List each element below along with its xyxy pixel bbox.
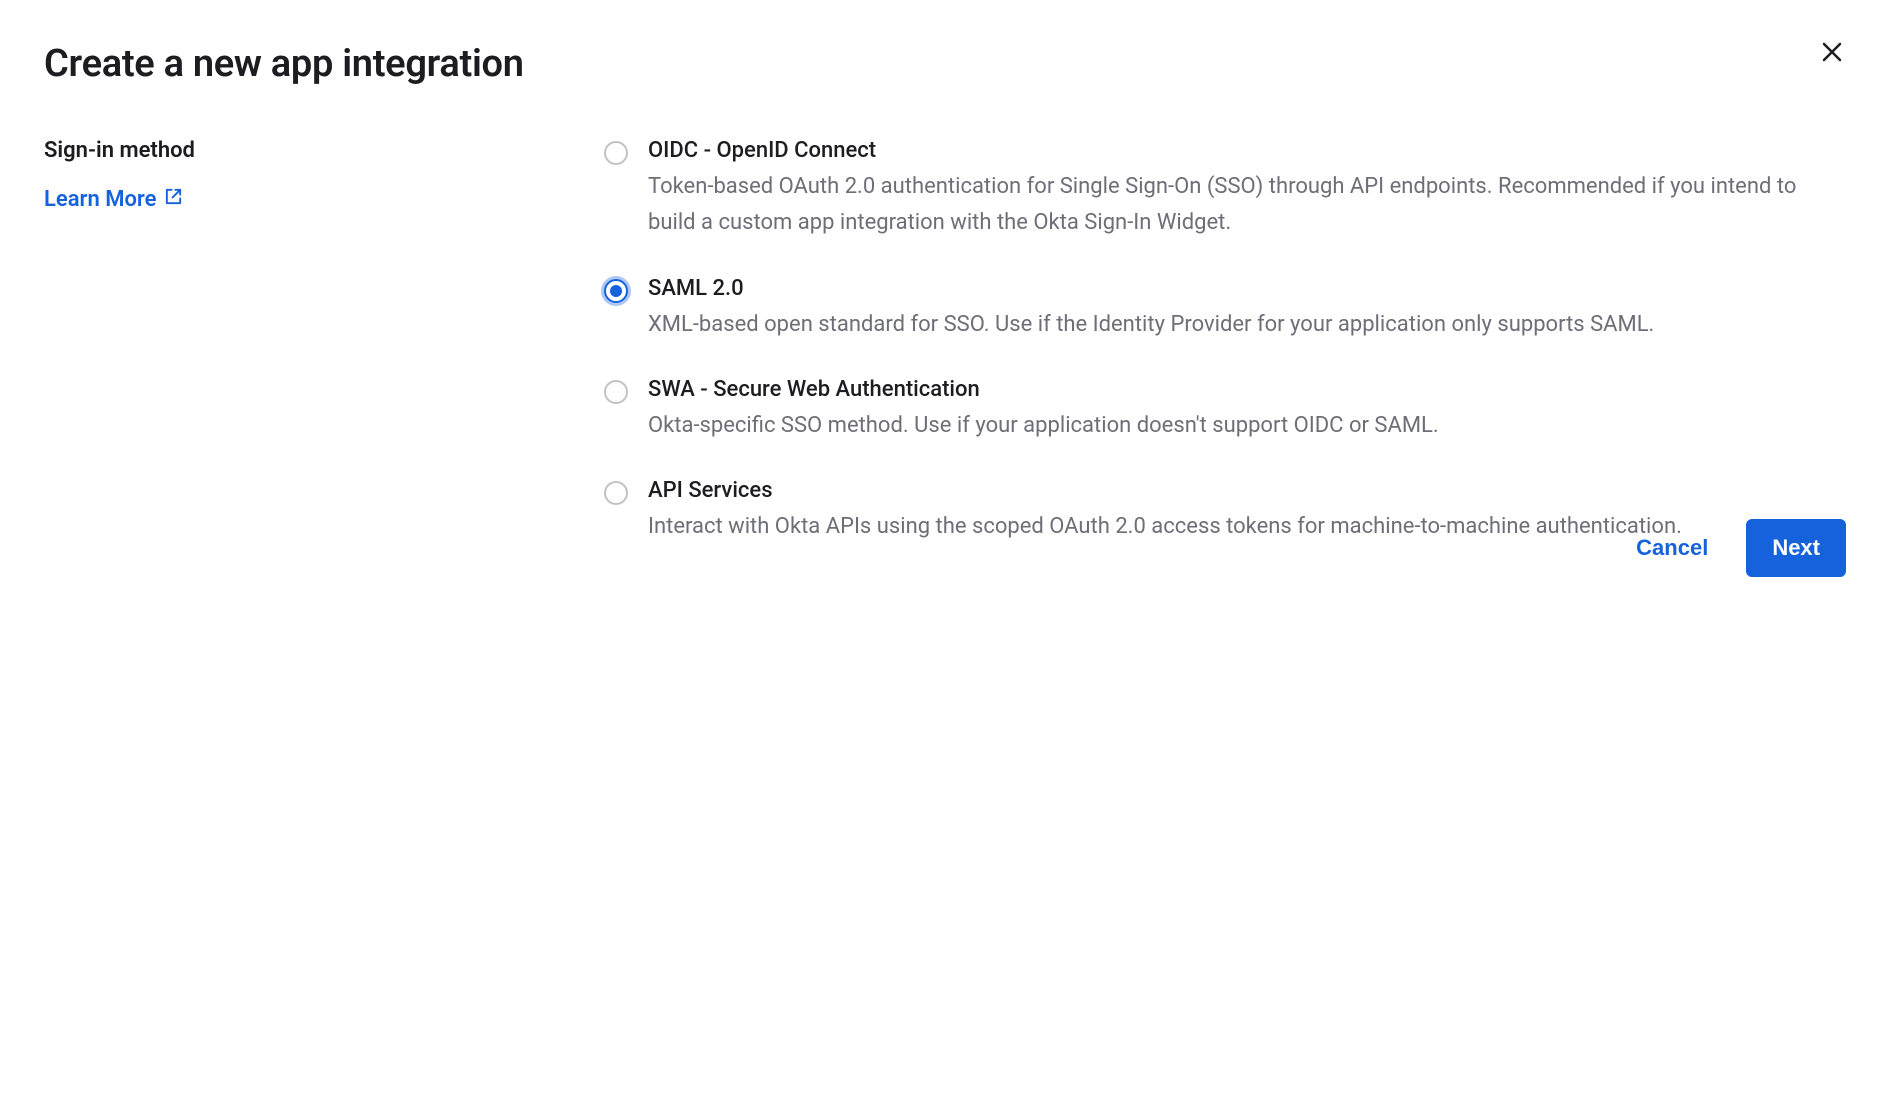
radio-option-swa[interactable]: SWA - Secure Web Authentication Okta-spe…	[604, 377, 1816, 444]
close-icon	[1822, 50, 1842, 65]
radio-option-saml[interactable]: SAML 2.0 XML-based open standard for SSO…	[604, 276, 1816, 343]
left-column: Sign-in method Learn More	[44, 138, 604, 579]
radio-input-api-services[interactable]	[604, 481, 628, 505]
radio-title: SAML 2.0	[648, 276, 1816, 301]
cancel-button[interactable]: Cancel	[1626, 523, 1718, 573]
learn-more-text: Learn More	[44, 187, 156, 212]
modal-title: Create a new app integration	[44, 42, 1846, 86]
section-label: Sign-in method	[44, 138, 604, 163]
radio-text: SWA - Secure Web Authentication Okta-spe…	[648, 377, 1816, 444]
radio-text: SAML 2.0 XML-based open standard for SSO…	[648, 276, 1816, 343]
modal-footer: Cancel Next	[1626, 519, 1846, 577]
radio-option-oidc[interactable]: OIDC - OpenID Connect Token-based OAuth …	[604, 138, 1816, 242]
radio-description: Okta-specific SSO method. Use if your ap…	[648, 408, 1816, 444]
next-button[interactable]: Next	[1746, 519, 1846, 577]
radio-description: Token-based OAuth 2.0 authentication for…	[648, 169, 1816, 242]
content-row: Sign-in method Learn More OIDC - OpenID …	[44, 138, 1846, 579]
close-button[interactable]	[1818, 38, 1846, 69]
radio-title: OIDC - OpenID Connect	[648, 138, 1816, 163]
create-app-integration-modal: Create a new app integration Sign-in met…	[0, 0, 1890, 621]
external-link-icon	[164, 187, 183, 212]
radio-description: XML-based open standard for SSO. Use if …	[648, 307, 1816, 343]
radio-title: SWA - Secure Web Authentication	[648, 377, 1816, 402]
radio-title: API Services	[648, 478, 1816, 503]
right-column: OIDC - OpenID Connect Token-based OAuth …	[604, 138, 1846, 579]
radio-input-swa[interactable]	[604, 380, 628, 404]
radio-input-saml[interactable]	[604, 279, 628, 303]
learn-more-link[interactable]: Learn More	[44, 187, 183, 212]
radio-input-oidc[interactable]	[604, 141, 628, 165]
radio-text: OIDC - OpenID Connect Token-based OAuth …	[648, 138, 1816, 242]
